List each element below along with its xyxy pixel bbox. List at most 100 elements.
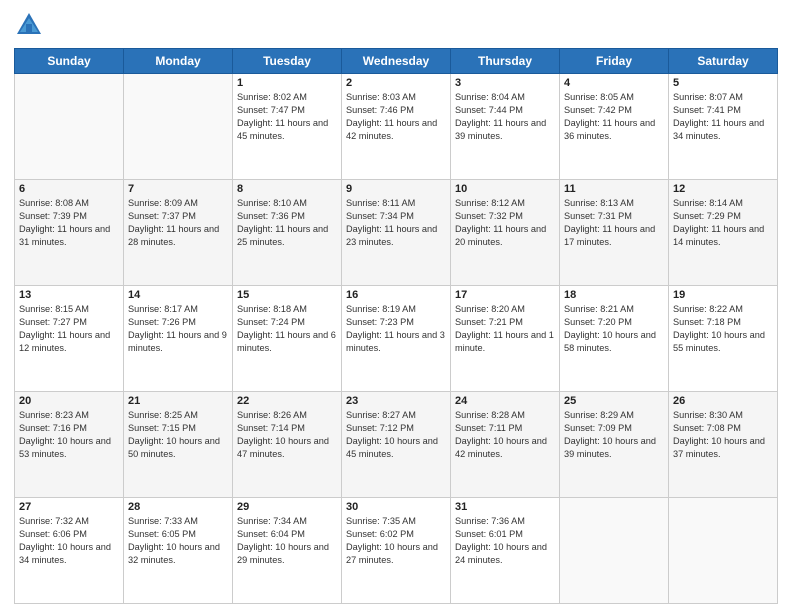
calendar-day-15: 15 Sunrise: 8:18 AM Sunset: 7:24 PM Dayli… [233, 286, 342, 392]
calendar-week-row: 13 Sunrise: 8:15 AM Sunset: 7:27 PM Dayli… [15, 286, 778, 392]
day-info: Sunrise: 8:20 AM Sunset: 7:21 PM Dayligh… [455, 303, 555, 355]
weekday-header-saturday: Saturday [669, 49, 778, 74]
calendar-day-16: 16 Sunrise: 8:19 AM Sunset: 7:23 PM Dayli… [342, 286, 451, 392]
day-info: Sunrise: 8:23 AM Sunset: 7:16 PM Dayligh… [19, 409, 119, 461]
calendar-body: 1 Sunrise: 8:02 AM Sunset: 7:47 PM Daylig… [15, 74, 778, 604]
day-info: Sunrise: 8:04 AM Sunset: 7:44 PM Dayligh… [455, 91, 555, 143]
calendar-day-2: 2 Sunrise: 8:03 AM Sunset: 7:46 PM Daylig… [342, 74, 451, 180]
day-info: Sunrise: 8:26 AM Sunset: 7:14 PM Dayligh… [237, 409, 337, 461]
calendar-day-26: 26 Sunrise: 8:30 AM Sunset: 7:08 PM Dayli… [669, 392, 778, 498]
day-number: 18 [564, 289, 664, 301]
calendar-week-row: 6Sunrise: 8:08 AM Sunset: 7:39 PM Daylig… [15, 180, 778, 286]
calendar-day-3: 3Sunrise: 8:04 AM Sunset: 7:44 PM Daylig… [451, 74, 560, 180]
day-number: 16 [346, 289, 446, 301]
day-number: 5 [673, 77, 773, 89]
day-number: 26 [673, 395, 773, 407]
day-number: 12 [673, 183, 773, 195]
weekday-header-sunday: Sunday [15, 49, 124, 74]
calendar-day-31: 31 Sunrise: 7:36 AM Sunset: 6:01 PM Dayli… [451, 498, 560, 604]
calendar-day-8: 8 Sunrise: 8:10 AM Sunset: 7:36 PM Daylig… [233, 180, 342, 286]
calendar-day-21: 21 Sunrise: 8:25 AM Sunset: 7:15 PM Dayli… [124, 392, 233, 498]
calendar-day-7: 7 Sunrise: 8:09 AM Sunset: 7:37 PM Daylig… [124, 180, 233, 286]
day-number: 1 [237, 77, 337, 89]
calendar-day-28: 28 Sunrise: 7:33 AM Sunset: 6:05 PM Dayli… [124, 498, 233, 604]
weekday-header-monday: Monday [124, 49, 233, 74]
calendar-day-22: 22Sunrise: 8:26 AM Sunset: 7:14 PM Dayli… [233, 392, 342, 498]
day-number: 27 [19, 501, 119, 513]
calendar-day-9: 9Sunrise: 8:11 AM Sunset: 7:34 PM Daylig… [342, 180, 451, 286]
day-info: Sunrise: 8:05 AM Sunset: 7:42 PM Dayligh… [564, 91, 664, 143]
calendar-day-17: 17 Sunrise: 8:20 AM Sunset: 7:21 PM Dayli… [451, 286, 560, 392]
day-info: Sunrise: 7:36 AM Sunset: 6:01 PM Dayligh… [455, 515, 555, 567]
day-info: Sunrise: 8:10 AM Sunset: 7:36 PM Dayligh… [237, 197, 337, 249]
day-number: 31 [455, 501, 555, 513]
day-number: 28 [128, 501, 228, 513]
day-info: Sunrise: 8:19 AM Sunset: 7:23 PM Dayligh… [346, 303, 446, 355]
day-info: Sunrise: 8:22 AM Sunset: 7:18 PM Dayligh… [673, 303, 773, 355]
day-number: 7 [128, 183, 228, 195]
calendar-day-11: 11Sunrise: 8:13 AM Sunset: 7:31 PM Dayli… [560, 180, 669, 286]
day-info: Sunrise: 8:28 AM Sunset: 7:11 PM Dayligh… [455, 409, 555, 461]
day-info: Sunrise: 8:25 AM Sunset: 7:15 PM Dayligh… [128, 409, 228, 461]
weekday-header-tuesday: Tuesday [233, 49, 342, 74]
calendar-day-4: 4 Sunrise: 8:05 AM Sunset: 7:42 PM Daylig… [560, 74, 669, 180]
weekday-header-friday: Friday [560, 49, 669, 74]
day-info: Sunrise: 7:35 AM Sunset: 6:02 PM Dayligh… [346, 515, 446, 567]
calendar-day-20: 20 Sunrise: 8:23 AM Sunset: 7:16 PM Dayli… [15, 392, 124, 498]
calendar-week-row: 27Sunrise: 7:32 AM Sunset: 6:06 PM Dayli… [15, 498, 778, 604]
day-info: Sunrise: 8:15 AM Sunset: 7:27 PM Dayligh… [19, 303, 119, 355]
day-info: Sunrise: 7:33 AM Sunset: 6:05 PM Dayligh… [128, 515, 228, 567]
calendar-week-row: 1 Sunrise: 8:02 AM Sunset: 7:47 PM Daylig… [15, 74, 778, 180]
day-number: 30 [346, 501, 446, 513]
day-number: 23 [346, 395, 446, 407]
day-info: Sunrise: 7:34 AM Sunset: 6:04 PM Dayligh… [237, 515, 337, 567]
day-number: 13 [19, 289, 119, 301]
calendar-empty-cell [124, 74, 233, 180]
calendar-day-13: 13 Sunrise: 8:15 AM Sunset: 7:27 PM Dayli… [15, 286, 124, 392]
calendar-empty-cell [560, 498, 669, 604]
day-info: Sunrise: 8:09 AM Sunset: 7:37 PM Dayligh… [128, 197, 228, 249]
day-info: Sunrise: 8:29 AM Sunset: 7:09 PM Dayligh… [564, 409, 664, 461]
calendar-day-12: 12Sunrise: 8:14 AM Sunset: 7:29 PM Dayli… [669, 180, 778, 286]
logo-icon [14, 10, 44, 40]
day-number: 4 [564, 77, 664, 89]
calendar-day-14: 14 Sunrise: 8:17 AM Sunset: 7:26 PM Dayli… [124, 286, 233, 392]
day-info: Sunrise: 8:07 AM Sunset: 7:41 PM Dayligh… [673, 91, 773, 143]
day-number: 14 [128, 289, 228, 301]
header [14, 10, 778, 40]
calendar-day-18: 18Sunrise: 8:21 AM Sunset: 7:20 PM Dayli… [560, 286, 669, 392]
day-number: 10 [455, 183, 555, 195]
day-number: 8 [237, 183, 337, 195]
day-number: 2 [346, 77, 446, 89]
day-number: 29 [237, 501, 337, 513]
day-number: 19 [673, 289, 773, 301]
logo [14, 10, 48, 40]
day-info: Sunrise: 8:11 AM Sunset: 7:34 PM Dayligh… [346, 197, 446, 249]
day-info: Sunrise: 8:03 AM Sunset: 7:46 PM Dayligh… [346, 91, 446, 143]
day-number: 25 [564, 395, 664, 407]
weekday-header-thursday: Thursday [451, 49, 560, 74]
day-number: 15 [237, 289, 337, 301]
calendar-day-23: 23Sunrise: 8:27 AM Sunset: 7:12 PM Dayli… [342, 392, 451, 498]
day-number: 17 [455, 289, 555, 301]
calendar-week-row: 20 Sunrise: 8:23 AM Sunset: 7:16 PM Dayli… [15, 392, 778, 498]
calendar-day-1: 1 Sunrise: 8:02 AM Sunset: 7:47 PM Daylig… [233, 74, 342, 180]
calendar-day-30: 30 Sunrise: 7:35 AM Sunset: 6:02 PM Dayli… [342, 498, 451, 604]
calendar-day-27: 27Sunrise: 7:32 AM Sunset: 6:06 PM Dayli… [15, 498, 124, 604]
calendar-day-25: 25 Sunrise: 8:29 AM Sunset: 7:09 PM Dayli… [560, 392, 669, 498]
day-info: Sunrise: 8:17 AM Sunset: 7:26 PM Dayligh… [128, 303, 228, 355]
day-number: 20 [19, 395, 119, 407]
day-info: Sunrise: 8:13 AM Sunset: 7:31 PM Dayligh… [564, 197, 664, 249]
day-info: Sunrise: 8:30 AM Sunset: 7:08 PM Dayligh… [673, 409, 773, 461]
page-container: SundayMondayTuesdayWednesdayThursdayFrid… [0, 0, 792, 612]
day-info: Sunrise: 8:08 AM Sunset: 7:39 PM Dayligh… [19, 197, 119, 249]
calendar-day-6: 6Sunrise: 8:08 AM Sunset: 7:39 PM Daylig… [15, 180, 124, 286]
day-info: Sunrise: 8:02 AM Sunset: 7:47 PM Dayligh… [237, 91, 337, 143]
weekday-header-wednesday: Wednesday [342, 49, 451, 74]
weekday-header-row: SundayMondayTuesdayWednesdayThursdayFrid… [15, 49, 778, 74]
day-info: Sunrise: 8:12 AM Sunset: 7:32 PM Dayligh… [455, 197, 555, 249]
calendar-day-19: 19 Sunrise: 8:22 AM Sunset: 7:18 PM Dayli… [669, 286, 778, 392]
day-number: 21 [128, 395, 228, 407]
day-info: Sunrise: 8:18 AM Sunset: 7:24 PM Dayligh… [237, 303, 337, 355]
calendar-day-24: 24Sunrise: 8:28 AM Sunset: 7:11 PM Dayli… [451, 392, 560, 498]
